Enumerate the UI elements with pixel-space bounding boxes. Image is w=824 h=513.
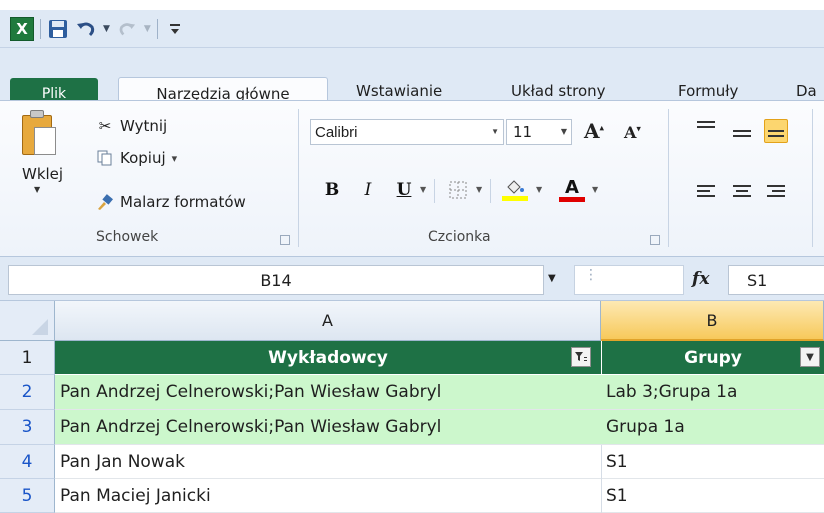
scissors-icon: ✂ <box>98 117 112 135</box>
borders-dropdown-icon[interactable]: ▼ <box>476 185 482 194</box>
font-size-value: 11 <box>513 123 533 141</box>
table-cell[interactable]: Lab 3;Grupa 1a <box>601 375 824 410</box>
paste-button-label[interactable]: Wklej <box>22 165 63 183</box>
paste-icon[interactable] <box>20 109 58 159</box>
ribbon-tabs: Plik Narzędzia główne Wstawianie Układ s… <box>0 48 824 110</box>
align-bottom-icon[interactable] <box>764 119 788 143</box>
copy-dropdown-icon[interactable]: ▾ <box>172 152 178 165</box>
header-label-grupy: Grupy <box>684 347 742 368</box>
row-header[interactable]: 2 <box>0 375 55 410</box>
format-painter-button[interactable]: Malarz formatów <box>96 191 246 213</box>
group-divider <box>298 109 299 247</box>
font-name-dropdown-icon[interactable]: ▼ <box>491 127 499 136</box>
spreadsheet-grid: A B 1 Wykładowcy Grupy ▼ 2 Pan Andrzej C… <box>0 301 824 513</box>
group-divider <box>812 109 813 247</box>
font-name-value: Calibri <box>315 123 358 141</box>
excel-icon[interactable]: X <box>10 16 34 41</box>
row-header[interactable]: 3 <box>0 410 55 445</box>
align-middle-icon[interactable] <box>730 119 754 143</box>
align-left-icon[interactable] <box>694 179 718 203</box>
fill-color-icon[interactable] <box>500 177 530 203</box>
font-size-select[interactable]: 11 ▼ <box>506 119 572 145</box>
group-divider <box>668 109 669 247</box>
bold-button[interactable]: B <box>322 177 342 203</box>
clipboard-launcher-icon[interactable] <box>280 235 290 245</box>
table-cell[interactable]: S1 <box>601 445 824 479</box>
font-name-select[interactable]: Calibri ▼ <box>310 119 504 145</box>
undo-dropdown-icon[interactable]: ▼ <box>103 24 110 34</box>
resize-handle-icon[interactable]: ⋮ <box>584 267 598 283</box>
align-top-icon[interactable] <box>694 115 718 139</box>
font-color-icon[interactable]: A <box>558 177 586 203</box>
underline-dropdown-icon[interactable]: ▼ <box>420 185 426 194</box>
font-launcher-icon[interactable] <box>650 235 660 245</box>
column-header-b[interactable]: B <box>601 301 824 341</box>
table-cell[interactable]: Pan Maciej Janicki <box>55 479 601 513</box>
table-cell[interactable]: S1 <box>601 479 824 513</box>
table-header-cell-b[interactable]: Grupy <box>601 341 824 375</box>
redo-icon[interactable] <box>116 18 138 40</box>
filter-applied-icon[interactable] <box>571 347 591 367</box>
font-color-dropdown-icon[interactable]: ▼ <box>592 185 598 194</box>
italic-button[interactable]: I <box>358 177 378 203</box>
shrink-font-icon[interactable]: A▾ <box>624 123 641 142</box>
undo-icon[interactable] <box>75 18 97 40</box>
tab-formulas[interactable]: Formuły <box>678 82 738 100</box>
font-size-dropdown-icon[interactable]: ▼ <box>561 127 567 136</box>
fill-color-dropdown-icon[interactable]: ▼ <box>536 185 542 194</box>
table-cell[interactable]: Pan Andrzej Celnerowski;Pan Wiesław Gabr… <box>55 410 601 445</box>
formula-bar: B14 ▼ ⋮ fx S1 <box>0 257 824 301</box>
underline-button[interactable]: U <box>394 177 414 203</box>
tab-page-layout[interactable]: Układ strony <box>511 82 606 100</box>
customize-toolbar-icon[interactable] <box>164 18 186 40</box>
table-header-cell-a[interactable]: Wykładowcy <box>55 341 601 375</box>
table-cell[interactable]: Pan Jan Nowak <box>55 445 601 479</box>
gridline <box>601 445 602 513</box>
column-header-a[interactable]: A <box>55 301 601 341</box>
tab-data[interactable]: Da <box>796 82 817 100</box>
copy-button[interactable]: Kopiuj ▾ <box>96 147 177 169</box>
copy-icon <box>96 149 114 167</box>
copy-label: Kopiuj <box>120 149 166 167</box>
quick-access-toolbar: X ▼ ▼ <box>0 10 824 48</box>
toolbar-separator <box>40 18 41 39</box>
redo-dropdown-icon[interactable]: ▼ <box>144 24 151 34</box>
table-cell[interactable]: Grupa 1a <box>601 410 824 445</box>
filter-dropdown-icon[interactable]: ▼ <box>800 347 820 367</box>
table-cell[interactable]: Pan Andrzej Celnerowski;Pan Wiesław Gabr… <box>55 375 601 410</box>
formula-input[interactable]: S1 <box>728 265 824 295</box>
name-box[interactable]: B14 <box>8 265 544 295</box>
cut-button[interactable]: ✂ Wytnij <box>96 115 167 137</box>
header-label-wykladowcy: Wykładowcy <box>268 347 388 368</box>
font-group-label: Czcionka <box>428 229 491 245</box>
select-all-corner[interactable] <box>0 301 55 341</box>
paintbrush-icon <box>96 193 114 211</box>
ribbon: Wklej ▼ ✂ Wytnij Kopiuj ▾ Malarz formató… <box>0 100 824 257</box>
document-text-strip <box>0 0 824 10</box>
align-right-icon[interactable] <box>764 179 788 203</box>
row-header[interactable]: 1 <box>0 341 55 375</box>
name-box-dropdown-icon[interactable]: ▼ <box>548 273 556 284</box>
borders-icon[interactable] <box>446 177 470 203</box>
format-separator <box>490 179 491 203</box>
paste-dropdown-icon[interactable]: ▼ <box>34 185 40 194</box>
row-header[interactable]: 4 <box>0 445 55 479</box>
grow-font-icon[interactable]: A▴ <box>584 119 604 143</box>
format-painter-label: Malarz formatów <box>120 193 246 211</box>
insert-function-icon[interactable]: fx <box>692 269 709 289</box>
toolbar-separator <box>156 18 158 39</box>
format-separator <box>434 179 435 203</box>
clipboard-group-label: Schowek <box>96 229 159 245</box>
align-center-icon[interactable] <box>730 179 754 203</box>
tab-insert[interactable]: Wstawianie <box>356 82 442 100</box>
row-header[interactable]: 5 <box>0 479 55 513</box>
save-icon[interactable] <box>47 18 69 40</box>
cut-label: Wytnij <box>120 117 168 135</box>
